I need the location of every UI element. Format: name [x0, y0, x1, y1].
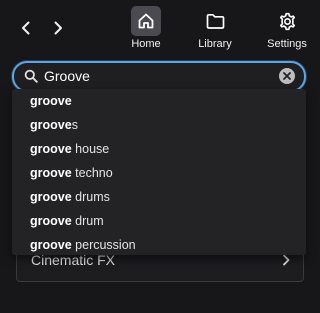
- suggestion-text: groove drum: [30, 214, 104, 228]
- suggestion-match: groove: [30, 238, 72, 252]
- suggestion-item[interactable]: groove drum: [12, 209, 306, 233]
- suggestion-item[interactable]: groove techno: [12, 161, 306, 185]
- search-icon: [24, 69, 38, 83]
- suggestion-match: groove: [30, 166, 72, 180]
- suggestion-rest: drum: [71, 214, 104, 228]
- suggestion-item[interactable]: groove percussion: [12, 233, 306, 255]
- chevron-right-icon: [54, 21, 62, 35]
- search-input[interactable]: [44, 65, 272, 87]
- nav-library-label: Library: [198, 38, 232, 50]
- suggestion-match: groove: [30, 214, 72, 228]
- home-icon: [138, 13, 154, 29]
- nav-home[interactable]: Home: [114, 0, 178, 58]
- gear-icon: [279, 12, 295, 30]
- suggestion-rest: techno: [71, 166, 113, 180]
- suggestion-text: groove percussion: [30, 238, 136, 252]
- suggestion-item[interactable]: groove house: [12, 137, 306, 161]
- gear-icon-box: [272, 6, 302, 36]
- home-icon-box: [131, 6, 161, 36]
- clear-search-button[interactable]: [279, 68, 295, 84]
- suggestion-text: groove: [30, 94, 72, 108]
- suggestion-item[interactable]: grooves: [12, 113, 306, 137]
- nav-home-label: Home: [131, 38, 161, 50]
- suggestion-rest: percussion: [71, 238, 136, 252]
- suggestion-match: groove: [30, 94, 72, 108]
- suggestion-match: groove: [30, 142, 72, 156]
- clear-icon: [283, 72, 291, 80]
- chevron-left-icon: [22, 21, 30, 35]
- suggestion-match: groove: [30, 118, 72, 132]
- back-button[interactable]: [14, 16, 38, 40]
- suggestion-text: grooves: [30, 118, 78, 132]
- top-bar: Home Library Settings: [0, 0, 320, 58]
- nav-library[interactable]: Library: [183, 0, 247, 58]
- folder-icon-box: [200, 6, 230, 36]
- app-window: Home Library Settings Cinematic FX Groov…: [0, 0, 320, 313]
- suggestion-match: groove: [30, 190, 72, 204]
- suggestion-item[interactable]: groove drums: [12, 185, 306, 209]
- suggestions-dropdown: groove grooves groove house groove techno gr…: [12, 89, 306, 255]
- suggestion-text: groove techno: [30, 166, 113, 180]
- search-field[interactable]: [12, 61, 306, 92]
- suggestion-rest: drums: [71, 190, 110, 204]
- chevron-right-icon: [283, 254, 290, 266]
- nav-settings[interactable]: Settings: [255, 0, 319, 58]
- suggestion-rest: house: [71, 142, 110, 156]
- forward-button[interactable]: [46, 16, 70, 40]
- folder-icon: [206, 13, 224, 29]
- suggestion-text: groove drums: [30, 190, 110, 204]
- suggestion-rest: s: [71, 118, 78, 132]
- suggestion-item[interactable]: groove: [12, 89, 306, 113]
- suggestion-text: groove house: [30, 142, 109, 156]
- nav-settings-label: Settings: [267, 38, 307, 50]
